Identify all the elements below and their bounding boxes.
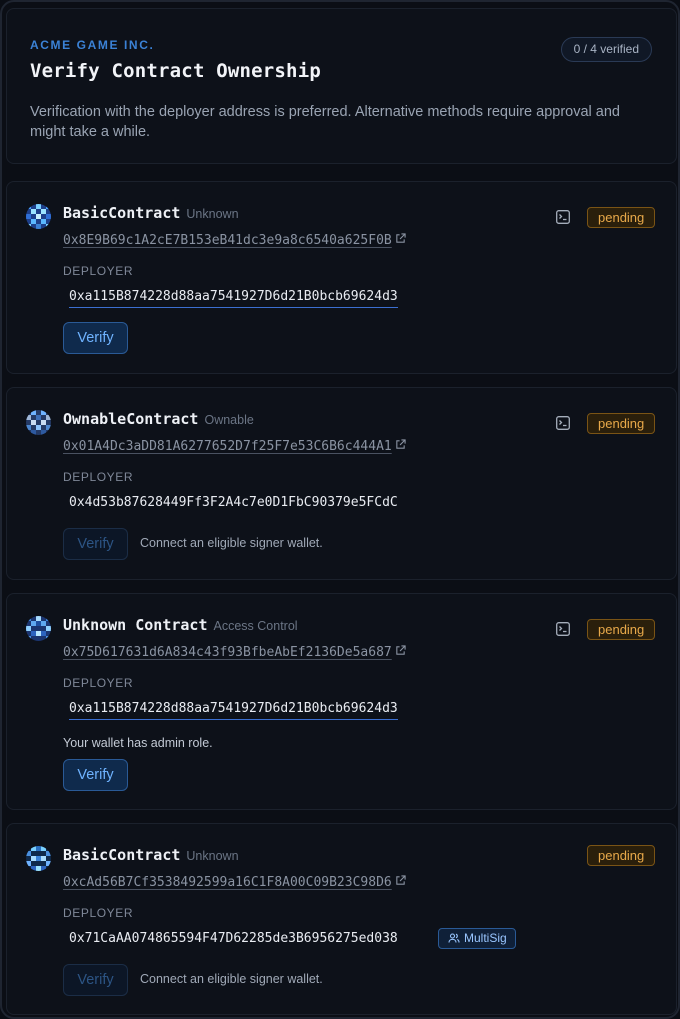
deployer-address: 0xa115B874228d88aa7541927D6d21B0bcb69624…	[69, 289, 398, 308]
contract-card: BasicContract Unknown 0xcAd56B7Cf35384925…	[6, 823, 677, 1015]
contract-avatar-icon	[26, 616, 51, 641]
contract-address-link[interactable]: 0x01A4Dc3aDD81A6277652D7f25F7e53C6B6c444…	[63, 439, 406, 454]
contract-address-link[interactable]: 0x75D617631d6A834c43f93BfbeAbEf2136De5a6…	[63, 645, 406, 660]
status-badge: pending	[587, 413, 656, 434]
users-icon	[448, 933, 460, 943]
deployer-address: 0xa115B874228d88aa7541927D6d21B0bcb69624…	[69, 701, 398, 720]
deployer-address: 0x71CaAA074865594F47D62285de3B6956275ed0…	[69, 931, 398, 946]
deployer-label: DEPLOYER	[63, 264, 134, 278]
contract-card: Unknown Contract Access Control 0x75D6176…	[6, 593, 677, 810]
status-badge: pending	[587, 207, 656, 228]
contract-type: Access Control	[213, 619, 298, 633]
status-badge: pending	[587, 619, 656, 640]
external-link-icon	[396, 875, 406, 885]
verified-count-badge: 0 / 4 verified	[560, 37, 652, 62]
verify-button[interactable]: Verify	[63, 964, 128, 996]
contract-card: OwnableContract Ownable 0x01A4Dc3aDD81A62…	[6, 387, 677, 580]
contract-name: BasicContract Unknown	[63, 846, 239, 864]
contract-name: BasicContract Unknown	[63, 204, 239, 222]
external-link-icon	[396, 645, 406, 655]
contract-card: BasicContract Unknown 0x8E9B69c1A2cE7B153…	[6, 181, 677, 374]
contract-avatar-icon	[26, 410, 51, 435]
verify-button[interactable]: Verify	[63, 759, 128, 791]
contract-type: Ownable	[204, 413, 254, 427]
verify-button[interactable]: Verify	[63, 528, 128, 560]
contract-avatar-icon	[26, 204, 51, 229]
terminal-icon[interactable]	[556, 416, 570, 430]
multisig-badge: MultiSig	[438, 928, 516, 949]
contract-avatar-icon	[26, 846, 51, 871]
header-card: ACME GAME INC. Verify Contract Ownership…	[6, 8, 677, 164]
connect-wallet-hint: Connect an eligible signer wallet.	[140, 536, 323, 550]
contract-address-link[interactable]: 0xcAd56B7Cf3538492599a16C1F8A00C09B23C98…	[63, 875, 406, 890]
deployer-address: 0x4d53b87628449Ff3F2A4c7e0D1FbC90379e5FC…	[69, 495, 398, 510]
terminal-icon[interactable]	[556, 622, 570, 636]
deployer-label: DEPLOYER	[63, 676, 134, 690]
verify-button[interactable]: Verify	[63, 322, 128, 354]
deployer-label: DEPLOYER	[63, 906, 134, 920]
page-title: Verify Contract Ownership	[30, 60, 321, 82]
contract-name: Unknown Contract Access Control	[63, 616, 298, 634]
admin-role-note: Your wallet has admin role.	[63, 736, 213, 750]
contract-type: Unknown	[186, 207, 239, 221]
app-frame: ACME GAME INC. Verify Contract Ownership…	[0, 0, 680, 1019]
status-badge: pending	[587, 845, 656, 866]
contract-address-link[interactable]: 0x8E9B69c1A2cE7B153eB41dc3e9a8c6540a625F…	[63, 233, 406, 248]
company-name: ACME GAME INC.	[30, 38, 155, 52]
external-link-icon	[396, 439, 406, 449]
terminal-icon[interactable]	[556, 210, 570, 224]
external-link-icon	[396, 233, 406, 243]
deployer-label: DEPLOYER	[63, 470, 134, 484]
connect-wallet-hint: Connect an eligible signer wallet.	[140, 972, 323, 986]
contract-type: Unknown	[186, 849, 239, 863]
page-description: Verification with the deployer address i…	[30, 104, 620, 140]
contract-name: OwnableContract Ownable	[63, 410, 254, 428]
